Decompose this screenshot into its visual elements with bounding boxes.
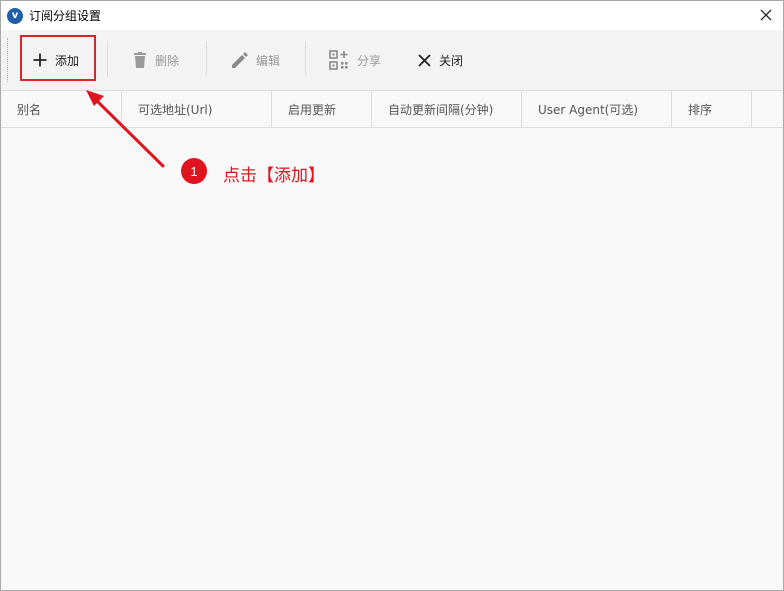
column-header-enable-update[interactable]: 启用更新 <box>272 91 372 127</box>
annotation-step-badge: 1 <box>181 158 207 184</box>
plus-icon <box>33 53 47 67</box>
share-button[interactable]: 分享 <box>329 36 381 84</box>
edit-button[interactable]: 编辑 <box>231 36 280 84</box>
table-body[interactable] <box>1 128 783 590</box>
delete-button[interactable]: 删除 <box>133 36 179 84</box>
edit-button-label: 编辑 <box>256 53 281 68</box>
annotation-instruction: 点击【添加】 <box>223 166 325 186</box>
column-header-sort[interactable]: 排序 <box>672 91 752 127</box>
column-header-update-interval[interactable]: 自动更新间隔(分钟) <box>372 91 522 127</box>
close-icon <box>418 53 431 67</box>
add-button-label: 添加 <box>55 53 80 68</box>
subscription-group-settings-window: v 订阅分组设置 添加 删除 编辑 分享 关闭 别名 可选地址(Url) 启用更… <box>0 0 784 591</box>
toolbar: 添加 删除 编辑 分享 关闭 <box>1 30 783 90</box>
qr-code-icon <box>329 50 348 70</box>
title-bar: v 订阅分组设置 <box>1 1 783 30</box>
table-header: 别名 可选地址(Url) 启用更新 自动更新间隔(分钟) User Agent(… <box>1 90 783 128</box>
column-header-user-agent[interactable]: User Agent(可选) <box>522 91 672 127</box>
close-button-label: 关闭 <box>439 53 464 68</box>
toolbar-separator <box>206 41 207 77</box>
app-logo-icon: v <box>7 7 23 24</box>
pencil-icon <box>232 51 248 68</box>
delete-button-label: 删除 <box>155 53 180 68</box>
column-header-url[interactable]: 可选地址(Url) <box>122 91 272 127</box>
window-close-button[interactable] <box>755 4 777 26</box>
toolbar-grip <box>7 38 9 82</box>
add-button[interactable]: 添加 <box>33 36 79 84</box>
window-title: 订阅分组设置 <box>29 9 102 23</box>
toolbar-separator <box>107 41 108 77</box>
trash-icon <box>134 51 146 68</box>
toolbar-separator <box>305 41 306 77</box>
share-button-label: 分享 <box>357 53 382 68</box>
close-icon <box>760 9 772 21</box>
close-button[interactable]: 关闭 <box>418 36 463 84</box>
column-header-alias[interactable]: 别名 <box>1 91 122 127</box>
